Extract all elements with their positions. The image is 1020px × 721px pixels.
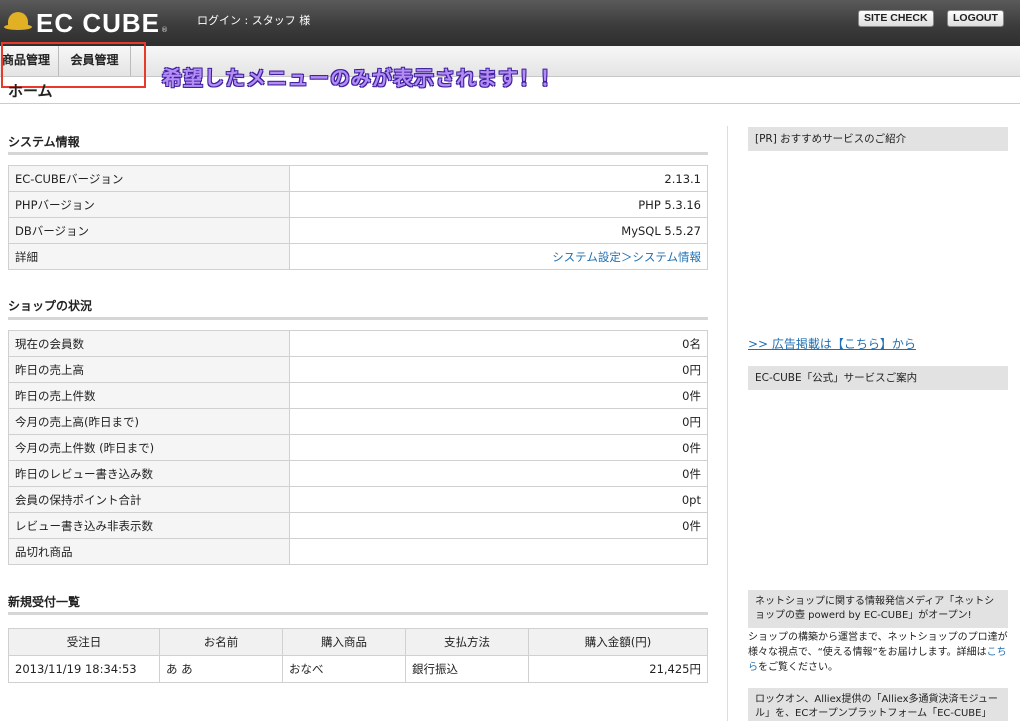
table-header-row: 受注日 お名前 購入商品 支払方法 購入金額(円) — [8, 628, 708, 656]
column-header: 支払方法 — [405, 628, 529, 656]
new-orders-table: 受注日 お名前 購入商品 支払方法 購入金額(円) 2013/11/19 18:… — [8, 628, 708, 683]
page-title: ホーム — [8, 82, 53, 100]
shop-status-title: ショップの状況 — [8, 299, 93, 313]
cell-value: 0件 — [289, 434, 708, 461]
table-row: 昨日のレビュー書き込み数 0件 — [8, 460, 708, 487]
table-row: 今月の売上件数 (昨日まで) 0件 — [8, 434, 708, 461]
table-row[interactable]: 2013/11/19 18:34:53 あ あ おなべ 銀行振込 21,425円 — [8, 655, 708, 683]
ec-cube-logo[interactable]: EC CUBE ® — [4, 6, 168, 40]
divider — [8, 317, 708, 320]
cell-label: レビュー書き込み非表示数 — [8, 512, 290, 539]
pr-box-title: [PR] おすすめサービスのご紹介 — [748, 127, 1008, 151]
cell-amount: 21,425円 — [528, 655, 708, 683]
table-row: 会員の保持ポイント合計 0pt — [8, 486, 708, 513]
alliex-box: ロックオン、Alliex提供の「Alliex多通貨決済モジュール」を、ECオープ… — [748, 688, 1008, 721]
system-info-link[interactable]: システム設定＞システム情報 — [552, 250, 701, 264]
cell-label: 今月の売上高(昨日まで) — [8, 408, 290, 435]
cell-value: MySQL 5.5.27 — [289, 217, 708, 244]
cell-label: 今月の売上件数 (昨日まで) — [8, 434, 290, 461]
logout-button[interactable]: LOGOUT — [947, 10, 1004, 27]
cell-label: 現在の会員数 — [8, 330, 290, 357]
cell-value: 0名 — [289, 330, 708, 357]
cell-value: 0件 — [289, 460, 708, 487]
cell-order-date: 2013/11/19 18:34:53 — [8, 655, 160, 683]
column-header: 購入商品 — [282, 628, 406, 656]
cell-value: 2.13.1 — [289, 165, 708, 192]
cell-value: 0円 — [289, 356, 708, 383]
new-orders-title: 新規受付一覧 — [8, 595, 81, 609]
table-row: 昨日の売上件数 0件 — [8, 382, 708, 409]
official-service-title: EC-CUBE「公式」サービスご案内 — [748, 366, 1008, 390]
table-row: PHPバージョン PHP 5.3.16 — [8, 191, 708, 218]
header-bar: EC CUBE ® ログイン : スタッフ 様 SITE CHECK LOGOU… — [0, 0, 1020, 46]
cell-value: システム設定＞システム情報 — [289, 243, 708, 270]
cell-product: おなべ — [282, 655, 406, 683]
cell-label: 品切れ商品 — [8, 538, 290, 565]
cell-label: EC-CUBEバージョン — [8, 165, 290, 192]
cell-label: PHPバージョン — [8, 191, 290, 218]
table-row: レビュー書き込み非表示数 0件 — [8, 512, 708, 539]
media-text: をご覧ください。 — [758, 662, 838, 673]
column-header: お名前 — [159, 628, 283, 656]
media-text: ショップの構築から運営まで、ネットショップのプロ達が様々な視点で、“使える情報”… — [748, 632, 1008, 658]
table-row: 現在の会員数 0名 — [8, 330, 708, 357]
system-info-title: システム情報 — [8, 135, 80, 149]
cell-value: 0件 — [289, 512, 708, 539]
column-divider — [727, 126, 728, 721]
cube-hat-icon — [4, 9, 32, 37]
ad-link[interactable]: >> 広告掲載は【こちら】から — [748, 335, 916, 352]
cell-payment: 銀行振込 — [405, 655, 529, 683]
cell-label: DBバージョン — [8, 217, 290, 244]
table-row: DBバージョン MySQL 5.5.27 — [8, 217, 708, 244]
cell-value — [289, 538, 708, 565]
media-box-title: ネットショップに関する情報発信メディア「ネットショップの壺 powerd by … — [748, 590, 1008, 628]
cell-label: 昨日の売上高 — [8, 356, 290, 383]
divider — [8, 152, 708, 155]
login-info: ログイン : スタッフ 様 — [197, 14, 311, 27]
shop-status-table: 現在の会員数 0名 昨日の売上高 0円 昨日の売上件数 0件 今月の売上高(昨日まで)… — [8, 330, 708, 565]
table-row: 詳細 システム設定＞システム情報 — [8, 243, 708, 270]
logo-text: EC CUBE — [36, 7, 161, 38]
cell-value: 0円 — [289, 408, 708, 435]
cell-value: 0pt — [289, 486, 708, 513]
media-description: ショップの構築から運営まで、ネットショップのプロ達が様々な視点で、“使える情報”… — [748, 630, 1010, 675]
cell-label: 詳細 — [8, 243, 290, 270]
table-row: 今月の売上高(昨日まで) 0円 — [8, 408, 708, 435]
divider — [8, 612, 708, 615]
annotation-text: 希望したメニューのみが表示されます！！ — [162, 66, 561, 90]
site-check-button[interactable]: SITE CHECK — [858, 10, 934, 27]
divider — [0, 103, 1020, 104]
cell-name: あ あ — [159, 655, 283, 683]
column-header: 受注日 — [8, 628, 160, 656]
table-row: EC-CUBEバージョン 2.13.1 — [8, 165, 708, 192]
cell-label: 会員の保持ポイント合計 — [8, 486, 290, 513]
system-info-table: EC-CUBEバージョン 2.13.1 PHPバージョン PHP 5.3.16 … — [8, 165, 708, 270]
table-row: 品切れ商品 — [8, 538, 708, 565]
cell-value: PHP 5.3.16 — [289, 191, 708, 218]
cell-value: 0件 — [289, 382, 708, 409]
column-header: 購入金額(円) — [528, 628, 708, 656]
cell-label: 昨日の売上件数 — [8, 382, 290, 409]
cell-label: 昨日のレビュー書き込み数 — [8, 460, 290, 487]
table-row: 昨日の売上高 0円 — [8, 356, 708, 383]
